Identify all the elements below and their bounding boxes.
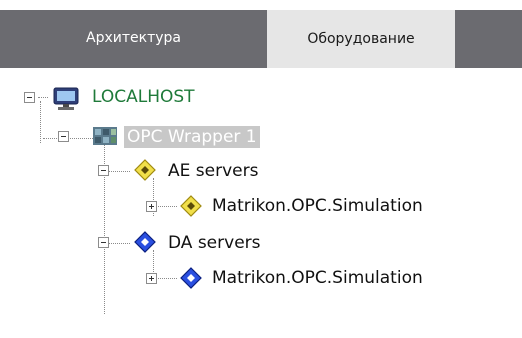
window-top-strip — [0, 0, 522, 10]
tab-equipment[interactable]: Оборудование — [267, 10, 455, 68]
tree-connector — [108, 171, 130, 172]
collapse-localhost-toggle[interactable] — [24, 92, 35, 103]
da-server-icon — [180, 267, 202, 289]
tree-node-ae-matrikon[interactable]: Matrikon.OPC.Simulation — [212, 196, 423, 216]
tab-bar: Архитектура Оборудование — [0, 10, 522, 68]
opc-wrapper-icon — [93, 127, 117, 145]
tab-architecture-label: Архитектура — [86, 30, 181, 46]
da-server-icon — [134, 231, 156, 253]
collapse-da-servers-toggle[interactable] — [98, 237, 109, 248]
ae-server-icon — [180, 195, 202, 217]
expand-da-matrikon-toggle[interactable] — [146, 273, 157, 284]
tree-node-da-servers[interactable]: DA servers — [168, 233, 261, 253]
tab-architecture[interactable]: Архитектура — [0, 10, 267, 66]
computer-icon — [53, 87, 79, 110]
collapse-ae-servers-toggle[interactable] — [98, 165, 109, 176]
tab-equipment-label: Оборудование — [307, 31, 415, 47]
ae-server-icon — [134, 159, 156, 181]
tree-connector — [38, 97, 48, 98]
tree-node-localhost[interactable]: LOCALHOST — [92, 87, 195, 107]
collapse-opc-wrapper-toggle[interactable] — [58, 131, 69, 142]
tree-connector — [108, 243, 130, 244]
tree-node-da-matrikon[interactable]: Matrikon.OPC.Simulation — [212, 268, 423, 288]
expand-ae-matrikon-toggle[interactable] — [146, 201, 157, 212]
hardware-tree: LOCALHOST OPC Wrapper 1 AE servers Matri… — [0, 68, 522, 338]
tree-connector — [40, 101, 41, 143]
tree-node-opc-wrapper[interactable]: OPC Wrapper 1 — [124, 126, 260, 148]
tree-node-ae-servers[interactable]: AE servers — [168, 161, 258, 181]
